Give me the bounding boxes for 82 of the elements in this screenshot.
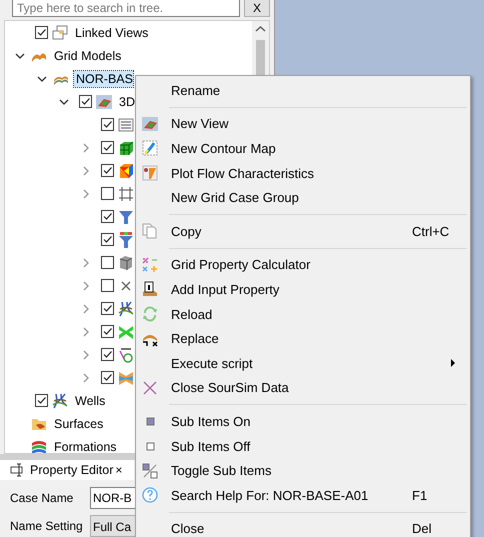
close-icon	[142, 380, 158, 396]
field-label: Name Setting	[10, 518, 84, 535]
field-label: Case Name	[10, 490, 74, 507]
checkbox[interactable]	[101, 302, 114, 315]
tree-item[interactable]: Linked Views	[73, 24, 150, 40]
frame-icon	[118, 186, 134, 202]
calculator-icon	[142, 256, 158, 273]
checkbox[interactable]	[101, 141, 114, 154]
close-button[interactable]: ×	[115, 462, 122, 477]
formations-icon	[31, 438, 47, 453]
flow-chart-icon	[142, 165, 158, 182]
menu-item[interactable]: Rename	[136, 78, 470, 103]
menu-item[interactable]: Add Input Property	[136, 277, 470, 302]
refresh-icon	[142, 306, 158, 322]
menu-item[interactable]: Sub Items On	[136, 409, 470, 434]
tree-item[interactable]: Surfaces	[52, 416, 106, 432]
menu-item[interactable]: Toggle Sub Items	[136, 458, 470, 483]
checkbox[interactable]	[101, 210, 114, 223]
tree-item[interactable]: Formations	[52, 438, 119, 453]
tree-item[interactable]: NOR-BAS	[74, 70, 133, 86]
menu-item[interactable]: Close SourSim Data	[136, 376, 470, 400]
chevron-down-icon[interactable]	[37, 74, 47, 84]
chevron-right-icon[interactable]	[81, 142, 91, 152]
menu-item[interactable]: Sub Items Off	[136, 434, 470, 458]
copy-icon	[142, 223, 158, 240]
chevron-right-icon[interactable]	[81, 166, 91, 176]
menu-item[interactable]: Copy Ctrl+C	[136, 218, 470, 244]
checkbox[interactable]	[101, 256, 114, 269]
property-editor-tab[interactable]: Property Editor ×	[0, 460, 134, 480]
clear-button[interactable]: X	[244, 0, 270, 17]
menu-item[interactable]: Replace	[136, 326, 470, 351]
checkbox[interactable]	[101, 118, 114, 131]
chevron-right-icon[interactable]	[81, 280, 91, 290]
contour-icon	[142, 140, 158, 156]
chevron-down-icon[interactable]	[15, 50, 25, 60]
menu-item[interactable]: Plot Flow Characteristics	[136, 160, 470, 186]
wells-icon	[52, 392, 68, 408]
checkbox[interactable]	[35, 394, 48, 407]
chevron-right-icon[interactable]	[81, 372, 91, 382]
tree-item[interactable]: Grid Models	[52, 48, 124, 64]
color-cube-icon	[118, 162, 134, 178]
menu-item[interactable]: Reload	[136, 302, 470, 326]
grid-view-icon	[142, 116, 158, 132]
grid-view-icon	[96, 94, 112, 110]
menu-item[interactable]: New View	[136, 112, 470, 136]
filter-icon	[118, 232, 134, 248]
annotation-icon	[118, 346, 134, 362]
help-icon	[142, 487, 158, 504]
checkbox[interactable]	[101, 348, 114, 361]
windows-icon	[52, 24, 68, 40]
chevron-right-icon[interactable]	[81, 188, 91, 198]
filter-icon	[118, 208, 134, 224]
menu-item[interactable]: New Grid Case Group	[136, 185, 470, 210]
cube-icon	[118, 254, 134, 270]
tab-title: Property Editor	[30, 462, 114, 477]
checkbox[interactable]	[101, 279, 114, 292]
menu-item[interactable]: Search Help For: NOR-BASE-A01 F1	[136, 482, 470, 508]
chevron-down-icon[interactable]	[59, 96, 69, 106]
surface-icon	[118, 370, 134, 386]
checkbox[interactable]	[101, 233, 114, 246]
tree-item[interactable]: 3D	[117, 94, 137, 110]
checkbox[interactable]	[101, 371, 114, 384]
menu-item[interactable]: Close Del	[136, 516, 470, 537]
checkbox[interactable]	[101, 164, 114, 177]
menu-item[interactable]: Grid Property Calculator	[136, 252, 470, 278]
search-field[interactable]: Type here to search in tree.	[12, 0, 240, 17]
chevron-right-icon[interactable]	[81, 304, 91, 314]
toggle-icon	[142, 462, 158, 479]
menu-item[interactable]: Execute script	[136, 350, 470, 376]
chevron-right-icon[interactable]	[81, 258, 91, 268]
info-icon	[142, 281, 158, 298]
menu-item[interactable]: New Contour Map	[136, 136, 470, 161]
cube-icon	[118, 140, 134, 156]
checkbox[interactable]	[101, 187, 114, 200]
tree-item[interactable]: Wells	[73, 392, 108, 408]
checkbox[interactable]	[101, 325, 114, 338]
checkbox[interactable]	[79, 95, 92, 108]
chevron-right-icon[interactable]	[81, 326, 91, 336]
wells-icon	[118, 300, 134, 316]
chevron-right-icon[interactable]	[81, 350, 91, 360]
checkbox[interactable]	[35, 26, 48, 39]
fault-icon	[118, 324, 134, 340]
